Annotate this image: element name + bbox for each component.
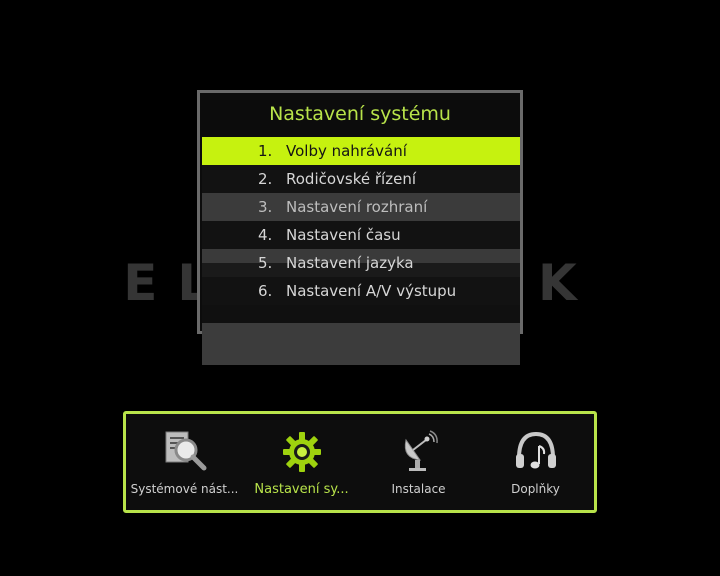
system-settings-panel: Nastavení systému 1. Volby nahrávání 2. … [197,90,523,365]
tile-installation[interactable]: Instalace [360,414,477,510]
menu-item-number: 3. [258,198,273,216]
menu-item-interface-settings[interactable]: 3. Nastavení rozhraní [202,193,520,221]
magnifier-document-icon [162,430,208,474]
main-menu-bar: Systémové nást... Nastavení sy... Instal… [123,411,597,513]
menu-item-av-output-settings[interactable]: 6. Nastavení A/V výstupu [202,277,520,305]
panel-title: Nastavení systému [269,103,451,125]
menu-item-recording-options[interactable]: 1. Volby nahrávání [202,137,520,165]
satellite-dish-icon [396,430,442,474]
menu-item-language-settings[interactable]: 5. Nastavení jazyka [202,249,520,277]
menu-item-number: 1. [258,142,273,160]
menu-item-number: 6. [258,282,273,300]
gear-icon [279,430,325,474]
menu-item-parental-control[interactable]: 2. Rodičovské řízení [202,165,520,193]
menu-item-label: Nastavení času [286,226,401,244]
menu-item-label: Nastavení A/V výstupu [286,282,457,300]
menu-item-number: 4. [258,226,273,244]
tile-system-tools[interactable]: Systémové nást... [126,414,243,510]
tile-system-settings[interactable]: Nastavení sy... [243,414,360,510]
menu-item-label: Rodičovské řízení [286,170,416,188]
menu-item-number: 2. [258,170,273,188]
menu-item-number: 5. [258,254,273,272]
menu-item-label: Nastavení rozhraní [286,198,428,216]
menu-item-label: Volby nahrávání [286,142,407,160]
tile-label: Systémové nást... [130,482,239,496]
menu-empty-area [202,305,520,365]
menu-item-time-settings[interactable]: 4. Nastavení času [202,221,520,249]
tile-label: Nastavení sy... [254,482,349,497]
tile-label: Doplňky [511,482,560,496]
tile-label: Instalace [391,482,446,496]
settings-menu: 1. Volby nahrávání 2. Rodičovské řízení … [202,137,520,365]
tile-extras[interactable]: Doplňky [477,414,594,510]
menu-item-label: Nastavení jazyka [286,254,414,272]
headphones-music-icon [513,430,559,474]
